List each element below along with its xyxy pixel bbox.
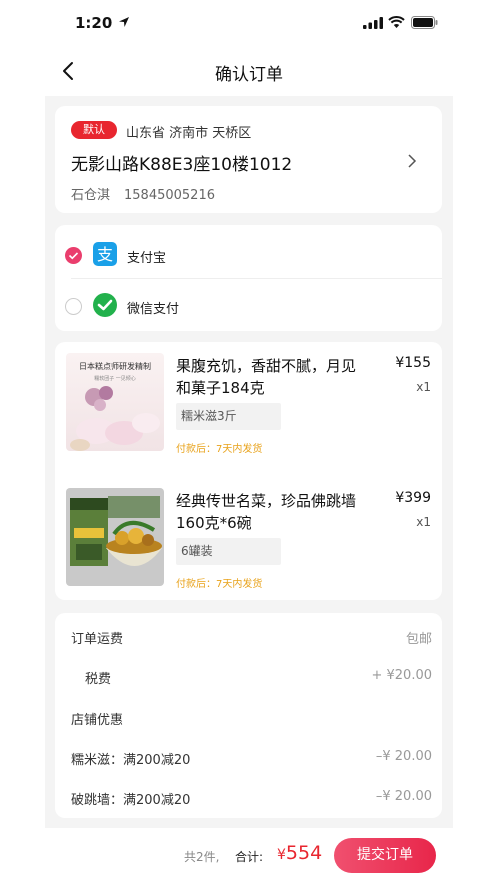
wechat-pay-icon xyxy=(93,293,117,317)
payment-option-wechat[interactable]: 微信支付 xyxy=(55,280,442,332)
total-value: 554 xyxy=(285,842,323,864)
submit-order-button[interactable]: 提交订单 xyxy=(334,838,436,873)
fees-card: 订单运费 包邮 税费 + ¥20.00 店铺优惠 糯米滋：满200减20 –¥ … xyxy=(55,613,442,818)
store-discount-label: 店铺优惠 xyxy=(71,713,124,728)
payment-card: 支 支付宝 微信支付 xyxy=(55,225,442,331)
item-count: 共2件, xyxy=(184,850,220,864)
product-thumbnail xyxy=(66,488,164,586)
page-title: 确认订单 xyxy=(215,65,283,85)
address-card[interactable]: 默认 山东省 济南市 天桥区 无影山路K88E3座10楼1012 石仓淇 1584… xyxy=(55,106,442,213)
order-confirm-screen: 1:20 确认订单 默认 山东省 济南市 天桥区 无影山路K88E3座10楼10… xyxy=(0,0,497,883)
product-item[interactable]: 经典传世名菜，珍品佛跳墙160克*6碗 ¥399 x1 6罐装 付款后：7天内发… xyxy=(55,487,442,607)
discount-row: 糯米滋：满200减20 –¥ 20.00 xyxy=(71,749,432,769)
svg-text:支: 支 xyxy=(97,245,113,264)
tax-value: + ¥20.00 xyxy=(371,668,432,683)
shipping-fee-value: 包邮 xyxy=(405,632,432,647)
recipient-name: 石仓淇 xyxy=(71,188,111,203)
shipping-fee-row: 订单运费 包邮 xyxy=(71,628,432,648)
location-arrow-icon xyxy=(119,17,129,27)
discount-label: 破跳墙：满200减20 xyxy=(71,793,191,808)
product-name: 经典传世名菜，珍品佛跳墙160克*6碗 xyxy=(176,492,357,532)
address-street: 无影山路K88E3座10楼1012 xyxy=(71,155,293,175)
status-bar: 1:20 xyxy=(45,0,453,46)
product-spec: 6罐装 xyxy=(176,538,281,565)
radio-selected-icon[interactable] xyxy=(65,247,82,264)
discount-row: 破跳墙：满200减20 –¥ 20.00 xyxy=(71,789,432,809)
shipping-note: 付款后：7天内发货 xyxy=(176,579,263,590)
nav-bar: 确认订单 xyxy=(45,46,453,96)
payment-label-wechat: 微信支付 xyxy=(127,302,180,317)
tax-label: 税费 xyxy=(85,672,112,687)
product-name: 果腹充饥，香甜不腻，月见和菓子184克 xyxy=(176,357,357,397)
address-contact: 石仓淇 15845005216 xyxy=(71,184,215,203)
discount-label: 糯米滋：满200减20 xyxy=(71,753,191,768)
product-item[interactable]: 日本糕点师研发精制 糯软团子 一见倾心 果腹充饥，香甜不腻，月见和菓子184克 … xyxy=(55,352,442,472)
product-spec: 糯米滋3斤 xyxy=(176,403,281,430)
total-amount: ¥554 xyxy=(277,842,322,864)
product-quantity: x1 xyxy=(416,515,431,529)
total-label: 合计: xyxy=(235,850,264,864)
product-thumbnail: 日本糕点师研发精制 糯软团子 一见倾心 xyxy=(66,353,164,451)
thumbnail-subcaption: 糯软团子 一见倾心 xyxy=(94,375,136,382)
thumbnail-caption: 日本糕点师研发精制 xyxy=(79,361,151,371)
currency-symbol: ¥ xyxy=(277,847,286,863)
shipping-note: 付款后：7天内发货 xyxy=(176,444,263,455)
products-card: 日本糕点师研发精制 糯软团子 一见倾心 果腹充饥，香甜不腻，月见和菓子184克 … xyxy=(55,342,442,600)
store-discount-row: 店铺优惠 xyxy=(71,709,432,729)
chevron-right-icon xyxy=(408,154,417,168)
default-badge: 默认 xyxy=(71,121,117,139)
checkout-bar: 共2件, 合计: ¥554 提交订单 xyxy=(45,828,453,883)
payment-divider xyxy=(71,278,442,279)
address-region: 山东省 济南市 天桥区 xyxy=(126,126,252,141)
product-price: ¥155 xyxy=(395,355,431,371)
status-time: 1:20 xyxy=(75,14,113,32)
tax-row: 税费 + ¥20.00 xyxy=(85,668,432,688)
alipay-icon: 支 xyxy=(93,242,117,266)
payment-option-alipay[interactable]: 支 支付宝 xyxy=(55,229,442,281)
product-quantity: x1 xyxy=(416,380,431,394)
battery-icon xyxy=(411,16,438,29)
product-price: ¥399 xyxy=(395,490,431,506)
radio-unselected-icon[interactable] xyxy=(65,298,82,315)
wifi-icon xyxy=(388,16,405,28)
discount-value: –¥ 20.00 xyxy=(375,789,432,804)
shipping-fee-label: 订单运费 xyxy=(71,632,124,647)
payment-label-alipay: 支付宝 xyxy=(127,251,167,266)
discount-value: –¥ 20.00 xyxy=(375,749,432,764)
recipient-phone: 15845005216 xyxy=(124,188,215,203)
cellular-signal-icon xyxy=(363,17,383,29)
